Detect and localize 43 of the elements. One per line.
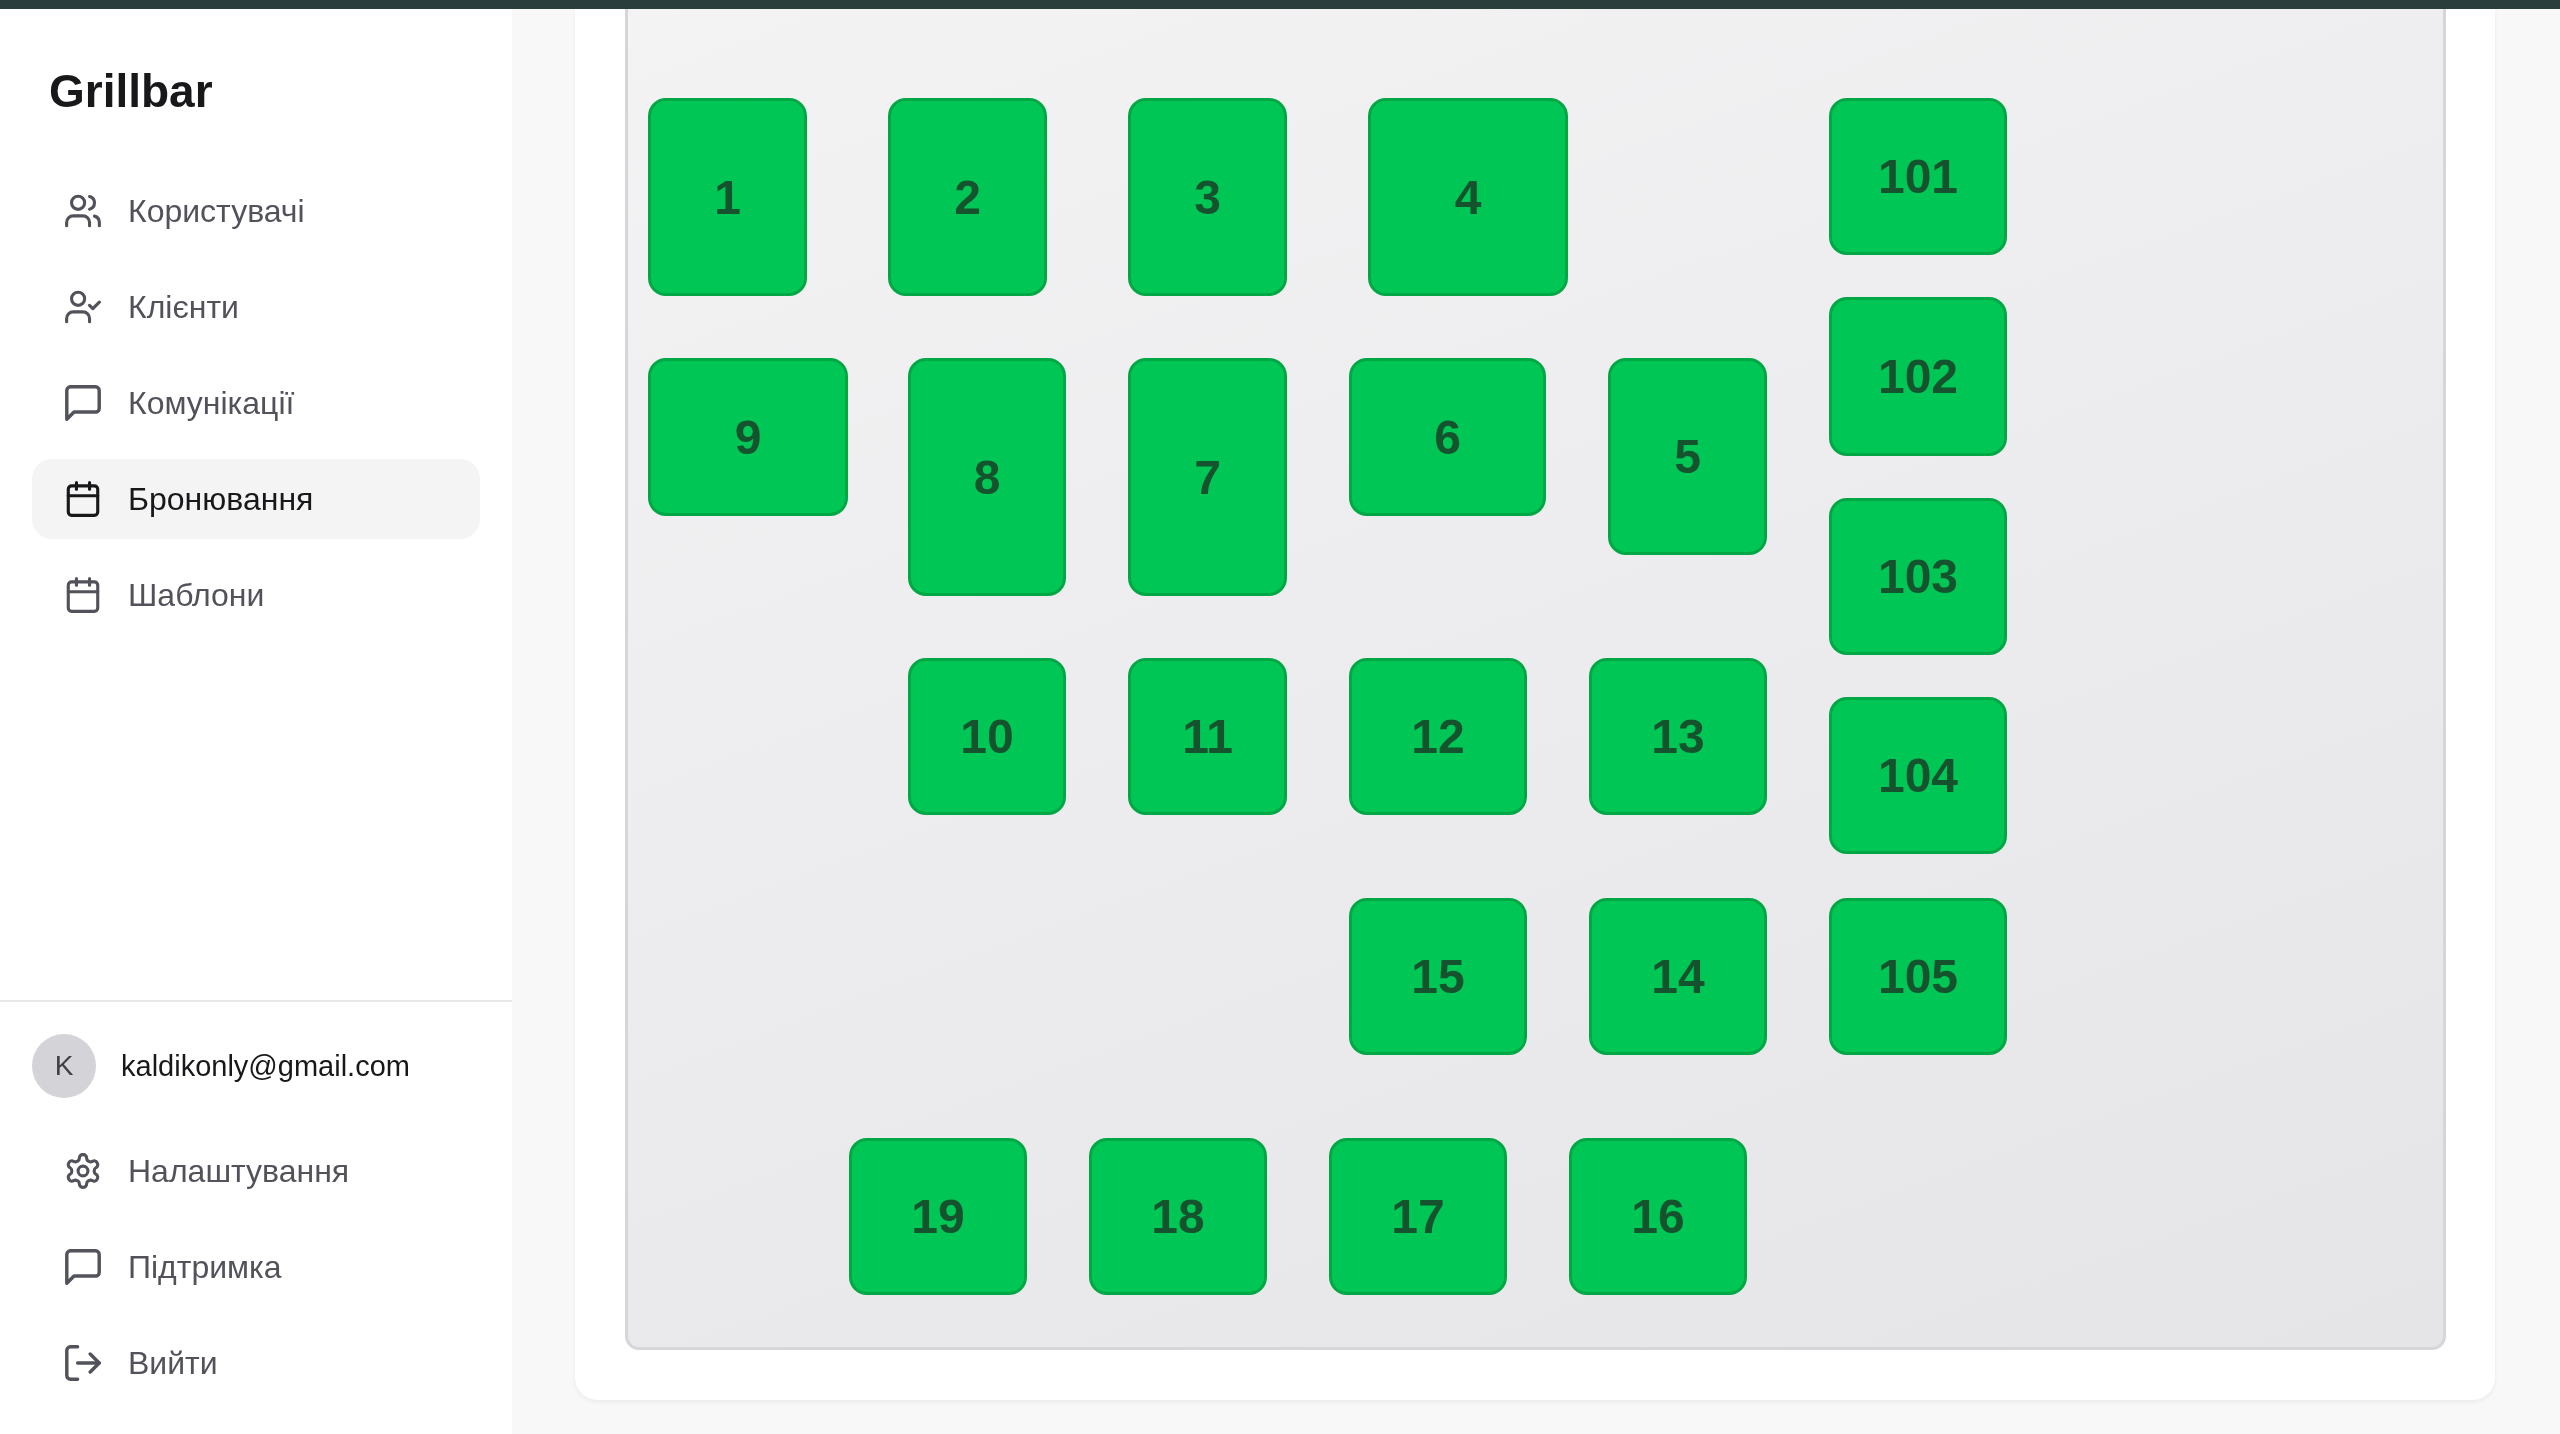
dining-table[interactable]: 17 bbox=[1329, 1138, 1507, 1295]
dining-table[interactable]: 104 bbox=[1829, 697, 2007, 854]
dining-table[interactable]: 14 bbox=[1589, 898, 1767, 1055]
sidebar-item[interactable]: Підтримка bbox=[32, 1227, 480, 1307]
calendar-icon bbox=[65, 577, 101, 613]
sidebar-item[interactable]: Налаштування bbox=[32, 1131, 480, 1211]
users-icon bbox=[65, 193, 101, 229]
chat-bubble-icon bbox=[65, 1249, 101, 1285]
logout-icon bbox=[65, 1345, 101, 1381]
calendar-icon bbox=[65, 481, 101, 517]
dining-table[interactable]: 12 bbox=[1349, 658, 1527, 815]
brand-title: Grillbar bbox=[49, 64, 213, 119]
dining-table[interactable]: 18 bbox=[1089, 1138, 1267, 1295]
dining-table[interactable]: 16 bbox=[1569, 1138, 1747, 1295]
sidebar-item[interactable]: Комунікації bbox=[32, 363, 480, 443]
dining-table[interactable]: 19 bbox=[849, 1138, 1027, 1295]
dining-table[interactable]: 13 bbox=[1589, 658, 1767, 815]
sidebar-item[interactable]: Клієнти bbox=[32, 267, 480, 347]
dining-table[interactable]: 8 bbox=[908, 358, 1066, 596]
dining-table[interactable]: 10 bbox=[908, 658, 1066, 815]
sidebar-item[interactable]: Шаблони bbox=[32, 555, 480, 635]
dining-table[interactable]: 5 bbox=[1608, 358, 1767, 555]
dining-table[interactable]: 102 bbox=[1829, 297, 2007, 456]
dining-table[interactable]: 103 bbox=[1829, 498, 2007, 655]
dining-table[interactable]: 4 bbox=[1368, 98, 1568, 296]
chat-bubble-icon bbox=[65, 385, 101, 421]
dining-table[interactable]: 7 bbox=[1128, 358, 1287, 596]
dining-table[interactable]: 1 bbox=[648, 98, 807, 296]
sidebar-item[interactable]: Вийти bbox=[32, 1323, 480, 1403]
dining-table[interactable]: 101 bbox=[1829, 98, 2007, 255]
dining-table[interactable]: 6 bbox=[1349, 358, 1546, 516]
sidebar-item[interactable]: Бронювання bbox=[32, 459, 480, 539]
dining-table[interactable]: 2 bbox=[888, 98, 1047, 296]
dining-table[interactable]: 9 bbox=[648, 358, 848, 516]
dining-table[interactable]: 105 bbox=[1829, 898, 2007, 1055]
settings-icon bbox=[65, 1153, 101, 1189]
dining-table[interactable]: 3 bbox=[1128, 98, 1287, 296]
user-email: kaldikonly@gmail.com bbox=[121, 1049, 410, 1083]
dining-table[interactable]: 15 bbox=[1349, 898, 1527, 1055]
user-check-icon bbox=[65, 289, 101, 325]
dining-table[interactable]: 11 bbox=[1128, 658, 1287, 815]
sidebar-item[interactable]: Користувачі bbox=[32, 171, 480, 251]
avatar: K bbox=[32, 1034, 96, 1098]
